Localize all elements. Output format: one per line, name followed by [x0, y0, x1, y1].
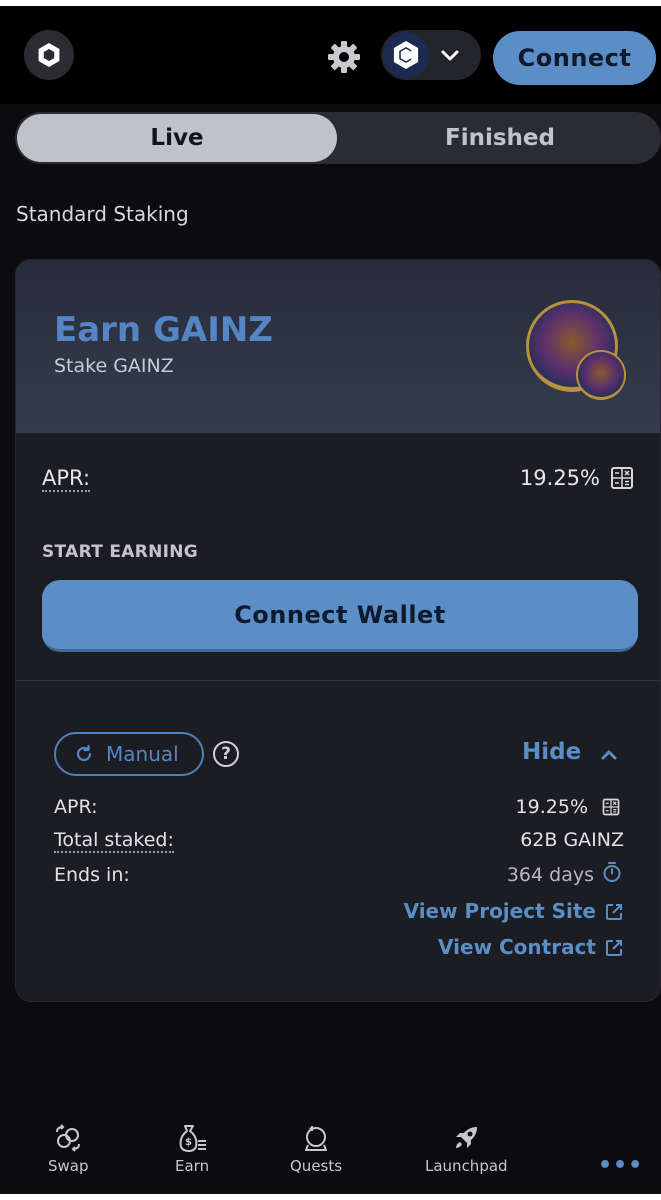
- app-root: Connect Live Finished Standard Staking E…: [0, 6, 661, 1194]
- apr-label[interactable]: APR:: [42, 466, 91, 492]
- ends-in-value: 364 days: [506, 864, 594, 886]
- chevron-up-icon[interactable]: [600, 746, 618, 765]
- pool-card-header: Earn GAINZ Stake GAINZ: [16, 260, 660, 433]
- pool-title: Earn GAINZ: [54, 310, 273, 350]
- details-apr-label: APR:: [54, 796, 98, 818]
- tab-finished[interactable]: Finished: [341, 114, 659, 162]
- start-earning-label: START EARNING: [42, 542, 199, 562]
- nav-label-swap: Swap: [48, 1157, 89, 1175]
- bottom-nav: Swap $ Earn Quests Launchpad •••: [0, 1123, 661, 1194]
- connect-wallet-button[interactable]: Connect Wallet: [42, 580, 638, 652]
- pool-card: Earn GAINZ Stake GAINZ APR: 19.25% START…: [15, 259, 661, 1002]
- more-icon[interactable]: •••: [598, 1153, 643, 1178]
- nav-item-earn[interactable]: $ Earn: [175, 1123, 209, 1175]
- apr-value: 19.25%: [519, 466, 600, 490]
- nav-label-launchpad: Launchpad: [425, 1157, 508, 1175]
- pool-subtitle: Stake GAINZ: [54, 355, 174, 377]
- quests-icon: [305, 1126, 328, 1151]
- external-link-icon[interactable]: [604, 902, 624, 926]
- refresh-icon: [76, 744, 92, 762]
- timer-icon: [602, 861, 622, 887]
- external-link-icon[interactable]: [604, 938, 624, 962]
- nav-item-quests[interactable]: Quests: [290, 1123, 342, 1175]
- app-logo-icon[interactable]: [24, 30, 74, 80]
- nav-item-swap[interactable]: Swap: [48, 1123, 89, 1175]
- nav-item-launchpad[interactable]: Launchpad: [425, 1123, 508, 1175]
- nav-label-earn: Earn: [175, 1157, 210, 1175]
- calculator-small-icon[interactable]: [602, 798, 620, 820]
- connect-button[interactable]: Connect: [493, 31, 656, 85]
- hide-toggle[interactable]: Hide: [522, 739, 581, 765]
- tab-live[interactable]: Live: [17, 114, 337, 162]
- rocket-icon: [456, 1127, 478, 1148]
- gainz-token-small-icon: [576, 350, 626, 400]
- top-header: Connect: [0, 6, 661, 104]
- gear-icon[interactable]: [326, 39, 362, 79]
- section-title: Standard Staking: [16, 202, 189, 226]
- chain-selector[interactable]: [381, 30, 481, 80]
- money-bag-icon: $: [179, 1125, 207, 1152]
- total-staked-value: 62B GAINZ: [520, 829, 624, 851]
- calculator-icon[interactable]: [610, 466, 634, 494]
- manual-badge: Manual: [54, 732, 204, 776]
- divider: [16, 680, 660, 681]
- chevron-down-icon: [440, 48, 460, 67]
- swap-icon: [56, 1124, 81, 1152]
- ends-in-label: Ends in:: [54, 864, 130, 886]
- help-icon[interactable]: ?: [213, 741, 239, 767]
- view-project-site-link[interactable]: View Project Site: [404, 899, 596, 923]
- manual-label: Manual: [106, 742, 179, 766]
- nav-label-quests: Quests: [290, 1157, 343, 1175]
- status-tabs: Live Finished: [15, 112, 661, 164]
- svg-text:$: $: [185, 1137, 192, 1148]
- view-contract-link[interactable]: View Contract: [438, 935, 596, 959]
- cronos-chain-icon: [383, 32, 429, 78]
- details-apr-value: 19.25%: [515, 796, 588, 818]
- total-staked-label[interactable]: Total staked:: [54, 829, 174, 853]
